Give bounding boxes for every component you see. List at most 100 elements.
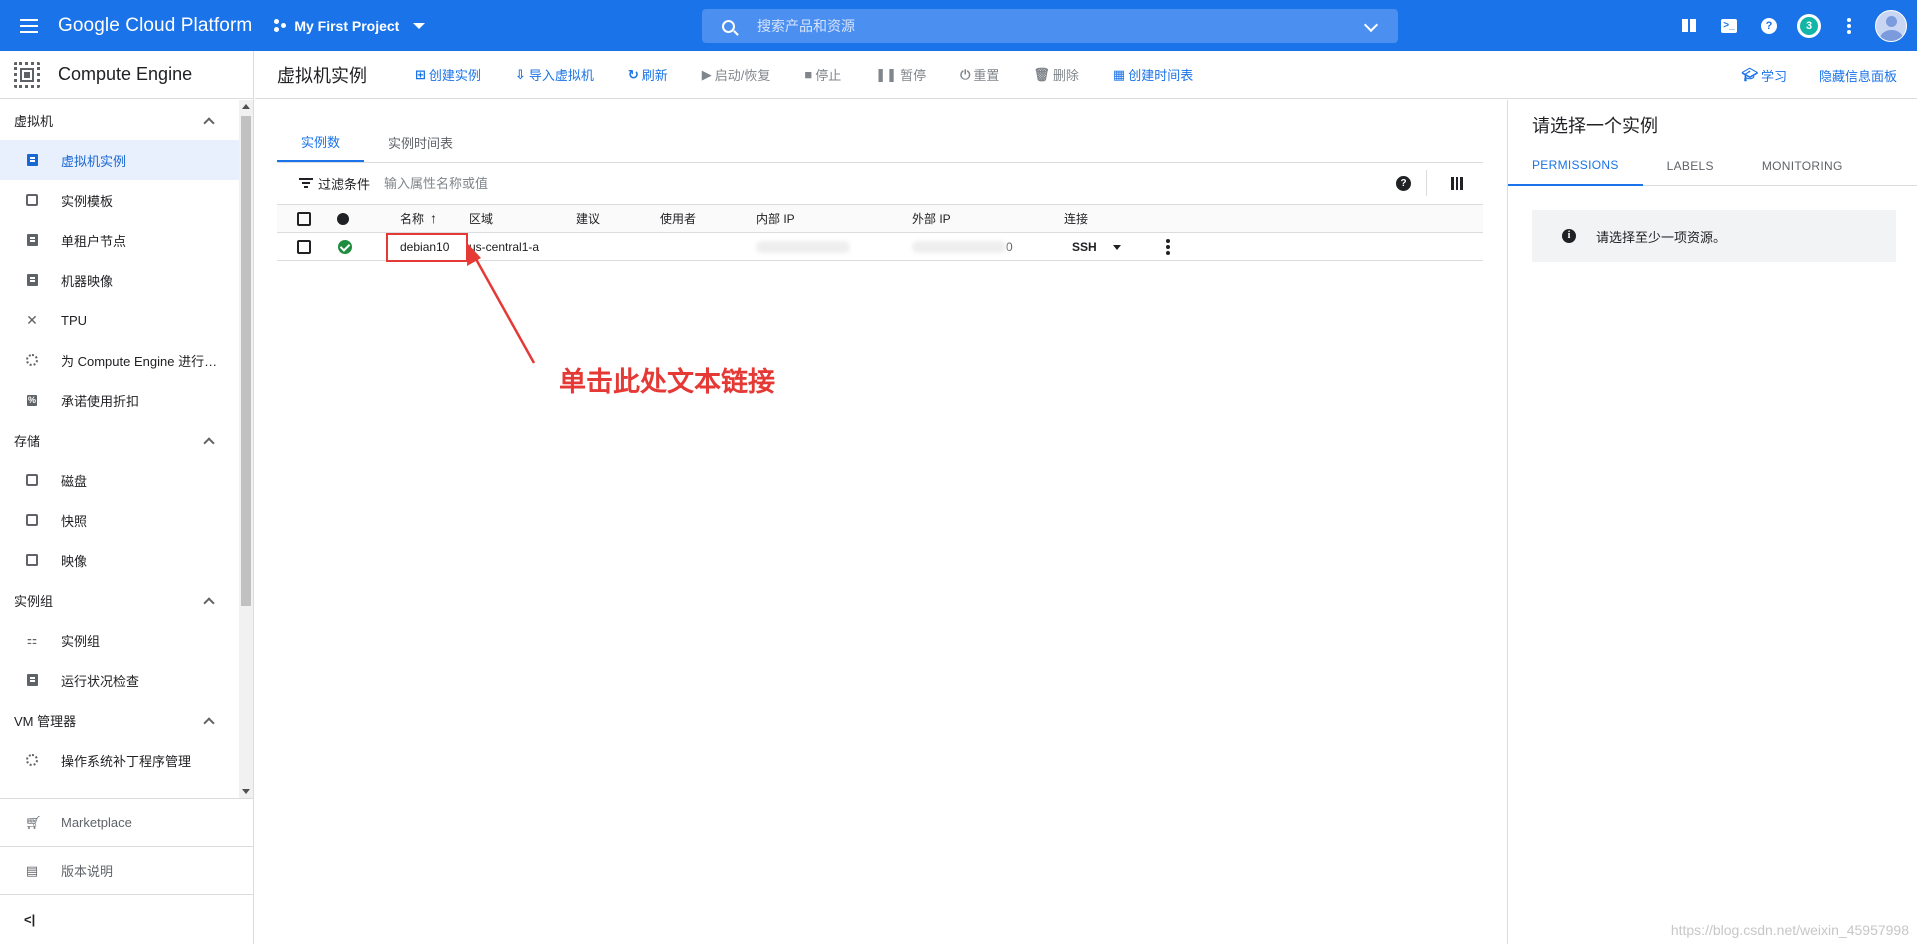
- info-message-text: 请选择至少一项资源。: [1596, 229, 1727, 245]
- tab-instances[interactable]: 实例数: [277, 122, 365, 162]
- sidebar-item-disks[interactable]: 磁盘: [0, 460, 253, 500]
- status-running-icon: [338, 239, 352, 254]
- page-title: 虚拟机实例: [277, 65, 367, 86]
- collapse-sidebar-button[interactable]: <|: [0, 895, 253, 943]
- sort-ascending-icon[interactable]: ↑: [430, 210, 437, 226]
- sidebar-section-instance-groups[interactable]: 实例组: [0, 580, 253, 620]
- sidebar-item-label: 映像: [61, 553, 88, 569]
- gift-icon[interactable]: [1669, 6, 1709, 46]
- stop-icon: ■: [804, 67, 813, 82]
- stop-button[interactable]: ■ 停止: [804, 65, 841, 84]
- notifications-button[interactable]: 3: [1789, 6, 1829, 46]
- snapshot-icon: [25, 513, 39, 527]
- sidebar-section-vm-manager[interactable]: VM 管理器: [0, 700, 253, 740]
- sidebar-item-machine-images[interactable]: 机器映像: [0, 260, 253, 300]
- sidebar-item-committed-use[interactable]: % 承诺使用折扣: [0, 380, 253, 420]
- health-check-icon: [25, 673, 39, 687]
- sidebar-item-label: 承诺使用折扣: [61, 393, 140, 409]
- sidebar-item-label: 版本说明: [61, 864, 114, 879]
- help-icon[interactable]: ?: [1749, 6, 1789, 46]
- column-header-recommendation[interactable]: 建议: [576, 204, 660, 233]
- main-content: 实例数 实例时间表 过滤条件 ? 名称 ↑ 区域 建议 使用者 内部 IP: [255, 100, 1507, 944]
- sidebar-item-health-checks[interactable]: 运行状况检查: [0, 660, 253, 700]
- sidebar-item-sole-tenant[interactable]: 单租户节点: [0, 220, 253, 260]
- column-label: 区域: [469, 212, 494, 226]
- select-all-checkbox[interactable]: [297, 211, 311, 226]
- search-input[interactable]: [757, 18, 1337, 34]
- divider: [277, 162, 1483, 163]
- column-header-zone[interactable]: 区域: [469, 204, 576, 233]
- hide-info-panel-button[interactable]: 隐藏信息面板: [1819, 66, 1897, 85]
- scroll-down-icon[interactable]: [242, 789, 250, 794]
- sidebar-item-marketplace[interactable]: 🛒︎ Marketplace: [0, 799, 253, 847]
- row-checkbox[interactable]: [297, 239, 311, 254]
- tab-monitoring[interactable]: MONITORING: [1738, 146, 1867, 186]
- scroll-thumb[interactable]: [241, 116, 251, 606]
- refresh-button[interactable]: ↻ 刷新: [628, 65, 668, 84]
- top-app-bar: Google Cloud Platform My First Project >…: [0, 0, 1917, 51]
- external-ip-text: 0: [1006, 239, 1013, 254]
- ssh-button[interactable]: SSH: [1072, 240, 1097, 254]
- external-ip-cell[interactable]: 0: [912, 232, 1064, 261]
- column-header-name[interactable]: 名称 ↑: [386, 204, 469, 233]
- button-label: 隐藏信息面板: [1818, 68, 1897, 84]
- row-actions-icon[interactable]: [1166, 244, 1170, 249]
- filter-input[interactable]: [384, 175, 985, 191]
- column-header-internal-ip[interactable]: 内部 IP: [756, 204, 912, 233]
- help-icon[interactable]: ?: [1396, 176, 1411, 191]
- patch-icon: [25, 753, 39, 767]
- chevron-down-icon[interactable]: [1363, 17, 1379, 33]
- sidebar: Compute Engine 虚拟机 虚拟机实例 实例模板 单租户节点 机器映像…: [0, 51, 254, 944]
- sidebar-item-vm-instances[interactable]: 虚拟机实例: [0, 140, 253, 180]
- avatar[interactable]: [1875, 9, 1907, 42]
- button-label: 创建实例: [428, 68, 481, 83]
- delete-button[interactable]: 🗑︎ 删除: [1033, 65, 1079, 84]
- cloud-shell-icon[interactable]: >_: [1709, 6, 1749, 46]
- pause-button[interactable]: ❚❚ 暂停: [875, 65, 926, 84]
- tab-permissions[interactable]: PERMISSIONS: [1508, 146, 1643, 186]
- instance-group-icon: ⚏: [26, 633, 38, 647]
- learn-button[interactable]: 🎓︎ 学习: [1741, 66, 1787, 85]
- tab-labels[interactable]: LABELS: [1643, 146, 1738, 186]
- import-icon: ⇩: [514, 66, 526, 82]
- column-header-in-use-by[interactable]: 使用者: [660, 204, 756, 233]
- start-resume-button[interactable]: ▶ 启动/恢复: [702, 65, 771, 84]
- create-schedule-button[interactable]: ▦ 创建时间表: [1113, 65, 1193, 84]
- create-instance-button[interactable]: ⊞ 创建实例: [415, 65, 481, 84]
- cart-icon: 🛒︎: [25, 814, 42, 830]
- column-label: 使用者: [660, 212, 697, 226]
- sidebar-item-label: 机器映像: [61, 273, 114, 289]
- menu-icon[interactable]: [0, 0, 58, 51]
- ssh-dropdown-icon[interactable]: [1112, 244, 1121, 250]
- import-vm-button[interactable]: ⇩ 导入虚拟机: [515, 65, 594, 84]
- column-header-external-ip[interactable]: 外部 IP: [912, 204, 1064, 233]
- status-column-icon: [337, 212, 349, 225]
- image-icon: [25, 553, 39, 567]
- button-label: 刷新: [641, 68, 668, 83]
- notification-count: 3: [1800, 16, 1818, 35]
- sidebar-item-migrate[interactable]: 为 Compute Engine 进行…: [0, 340, 253, 380]
- project-selector[interactable]: My First Project: [274, 18, 426, 34]
- column-display-icon[interactable]: [1451, 177, 1463, 190]
- tab-instance-schedules[interactable]: 实例时间表: [364, 122, 477, 162]
- search-bar[interactable]: [702, 9, 1398, 43]
- brand-logo[interactable]: Google Cloud Platform: [58, 15, 252, 37]
- instance-name-link[interactable]: debian10: [386, 232, 468, 262]
- scroll-up-icon[interactable]: [242, 104, 250, 109]
- sidebar-item-snapshots[interactable]: 快照: [0, 500, 253, 540]
- sidebar-section-storage[interactable]: 存储: [0, 420, 253, 460]
- sidebar-item-os-patch[interactable]: 操作系统补丁程序管理: [0, 740, 253, 780]
- section-label: 存储: [14, 433, 41, 449]
- sidebar-item-release-notes[interactable]: ▤ 版本说明: [0, 847, 253, 895]
- more-vert-icon[interactable]: [1829, 6, 1869, 46]
- sidebar-scrollbar[interactable]: [239, 100, 253, 798]
- disk-icon: [25, 473, 39, 487]
- sidebar-item-tpu[interactable]: ✕ TPU: [0, 300, 253, 340]
- chevron-up-icon: [203, 116, 215, 129]
- button-label: 暂停: [900, 68, 927, 83]
- sidebar-section-vm[interactable]: 虚拟机: [0, 100, 253, 140]
- sidebar-item-instance-groups[interactable]: ⚏ 实例组: [0, 620, 253, 660]
- sidebar-item-images[interactable]: 映像: [0, 540, 253, 580]
- sidebar-item-instance-templates[interactable]: 实例模板: [0, 180, 253, 220]
- reset-button[interactable]: ⏻ 重置: [960, 65, 999, 84]
